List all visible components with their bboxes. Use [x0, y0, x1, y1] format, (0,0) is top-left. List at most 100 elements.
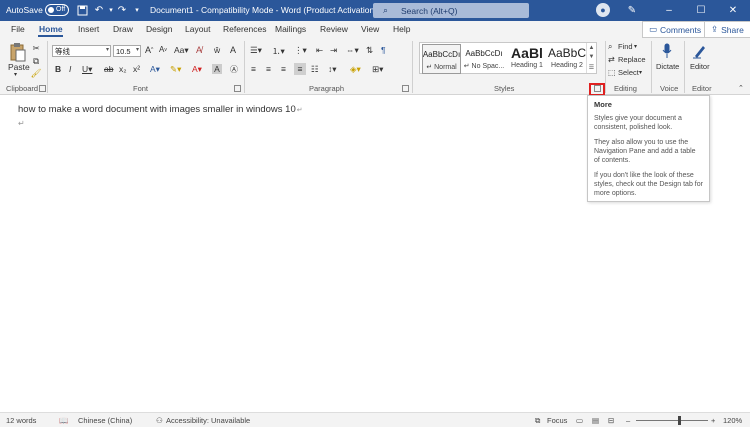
language-status[interactable]: Chinese (China)	[78, 416, 132, 425]
chevron-down-icon[interactable]: ▼	[589, 54, 595, 60]
tab-file[interactable]: File	[11, 24, 25, 34]
paste-dropdown-icon[interactable]: ▾	[14, 71, 17, 78]
line-spacing-icon[interactable]: ↕▾	[328, 64, 337, 75]
select-icon[interactable]: ⬚	[608, 68, 616, 77]
paste-icon[interactable]	[8, 42, 28, 62]
format-painter-icon[interactable]: 🖌	[31, 68, 42, 79]
clipboard-launcher-icon[interactable]	[39, 85, 46, 92]
font-launcher-icon[interactable]	[234, 85, 241, 92]
zoom-level[interactable]: 120%	[723, 416, 742, 425]
avatar[interactable]: ●	[596, 3, 610, 17]
style-heading-2[interactable]: AaBbC Heading 2	[548, 44, 586, 74]
replace-icon[interactable]: ⇄	[608, 55, 615, 64]
char-shading-icon[interactable]: A	[212, 64, 222, 74]
close-icon[interactable]: ✕	[720, 0, 746, 21]
find-icon[interactable]: ⌕	[608, 42, 612, 52]
font-size-combo[interactable]: 10.5 ▾	[113, 45, 141, 57]
tab-references[interactable]: References	[223, 24, 266, 34]
numbering-icon[interactable]: ⒈▾	[272, 45, 285, 57]
collapse-ribbon-icon[interactable]: ⌃	[738, 84, 744, 92]
underline-icon[interactable]: U▾	[82, 64, 92, 75]
tab-insert[interactable]: Insert	[78, 24, 99, 34]
web-layout-icon[interactable]: ⊟	[608, 416, 614, 425]
proofing-icon[interactable]: 📖	[59, 416, 68, 425]
font-color-icon[interactable]: A▾	[192, 64, 202, 75]
italic-icon[interactable]: I	[69, 64, 71, 74]
zoom-in-icon[interactable]: +	[711, 416, 715, 425]
dictate-label[interactable]: Dictate	[656, 62, 679, 71]
tab-draw[interactable]: Draw	[113, 24, 133, 34]
chinese-layout-icon[interactable]: ⇔▾	[346, 45, 359, 56]
subscript-icon[interactable]: x₂	[119, 64, 127, 74]
bullets-icon[interactable]: ☰▾	[250, 45, 262, 56]
align-left-icon[interactable]: ≡	[251, 64, 256, 74]
tab-review[interactable]: Review	[320, 24, 348, 34]
phonetic-guide-icon[interactable]: ŵ	[214, 45, 220, 55]
word-count[interactable]: 12 words	[6, 416, 36, 425]
autosave-toggle[interactable]: Off	[45, 4, 69, 16]
chevron-down-icon[interactable]: ▾	[639, 69, 642, 76]
accessibility-icon[interactable]: ⚇	[156, 416, 163, 425]
style-heading-1[interactable]: AaBl Heading 1	[507, 44, 547, 74]
redo-icon[interactable]: ↷	[115, 3, 129, 17]
zoom-out-icon[interactable]: –	[626, 416, 630, 425]
microphone-icon[interactable]	[660, 42, 674, 60]
highlight-icon[interactable]: ✎▾	[170, 64, 181, 75]
shrink-font-icon[interactable]: Av	[159, 45, 167, 54]
accessibility-status[interactable]: Accessibility: Unavailable	[166, 416, 250, 425]
multilevel-list-icon[interactable]: ⋮▾	[294, 45, 307, 56]
zoom-slider[interactable]	[636, 420, 708, 421]
paste-label[interactable]: Paste	[8, 62, 30, 72]
decrease-indent-icon[interactable]: ⇤	[316, 45, 323, 56]
save-icon[interactable]	[75, 3, 89, 17]
shading-icon[interactable]: ◈▾	[350, 64, 361, 75]
clear-formatting-icon[interactable]: A̸	[196, 45, 202, 55]
focus-label[interactable]: Focus	[547, 416, 567, 425]
read-mode-icon[interactable]: ▭	[576, 416, 583, 425]
copy-icon[interactable]: ⧉	[31, 56, 41, 67]
paragraph-launcher-icon[interactable]	[402, 85, 409, 92]
comments-button[interactable]: ▭ Comments	[642, 21, 709, 38]
zoom-slider-thumb[interactable]	[678, 416, 681, 425]
editor-label[interactable]: Editor	[690, 62, 710, 71]
tab-home[interactable]: Home	[39, 24, 63, 34]
tab-help[interactable]: Help	[393, 24, 410, 34]
strikethrough-icon[interactable]: ab	[104, 64, 113, 74]
pen-icon[interactable]: ✎	[625, 3, 639, 17]
tab-view[interactable]: View	[361, 24, 379, 34]
tab-mailings[interactable]: Mailings	[275, 24, 306, 34]
chevron-down-icon[interactable]: ▾	[634, 43, 637, 50]
share-button[interactable]: ⇪ Share	[704, 21, 750, 38]
tab-layout[interactable]: Layout	[185, 24, 211, 34]
chevron-up-icon[interactable]: ▲	[589, 45, 595, 51]
borders-icon[interactable]: ⊞▾	[372, 64, 383, 75]
cut-icon[interactable]: ✂	[31, 43, 41, 54]
distributed-icon[interactable]: ☷	[311, 64, 319, 75]
align-center-icon[interactable]: ≡	[266, 64, 271, 74]
change-case-icon[interactable]: Aa▾	[174, 45, 189, 56]
style-normal[interactable]: AaBbCcDı ↵ Normal	[422, 44, 461, 74]
search-box[interactable]: ⌕ Search (Alt+Q)	[373, 3, 529, 18]
customize-toolbar-icon[interactable]: ▾	[130, 3, 144, 17]
align-right-icon[interactable]: ≡	[281, 64, 286, 74]
text-effects-icon[interactable]: A▾	[150, 64, 160, 75]
show-marks-icon[interactable]: ¶	[381, 45, 386, 55]
grow-font-icon[interactable]: A ^	[145, 45, 153, 55]
increase-indent-icon[interactable]: ⇥	[330, 45, 337, 56]
style-no-spacing[interactable]: AaBbCcDı ↵ No Spac...	[463, 44, 505, 74]
gallery-more-icon[interactable]: ☰	[589, 64, 594, 71]
superscript-icon[interactable]: x²	[133, 64, 140, 74]
bold-icon[interactable]: B	[55, 64, 61, 74]
enclose-chars-icon[interactable]: Ⓐ	[230, 64, 238, 75]
replace-label[interactable]: Replace	[618, 55, 646, 64]
maximize-icon[interactable]: ☐	[688, 0, 714, 21]
focus-icon[interactable]: ⧉	[535, 416, 540, 426]
minimize-icon[interactable]: –	[656, 0, 682, 21]
justify-icon[interactable]: ≡	[294, 63, 306, 75]
select-label[interactable]: Select	[618, 68, 639, 77]
char-border-icon[interactable]: A	[230, 45, 236, 55]
font-name-combo[interactable]: 等线 ▾	[52, 45, 111, 57]
tab-design[interactable]: Design	[146, 24, 172, 34]
print-layout-icon[interactable]: ▤	[592, 416, 599, 425]
gallery-scroll[interactable]: ▲ ▼ ☰	[586, 43, 596, 73]
